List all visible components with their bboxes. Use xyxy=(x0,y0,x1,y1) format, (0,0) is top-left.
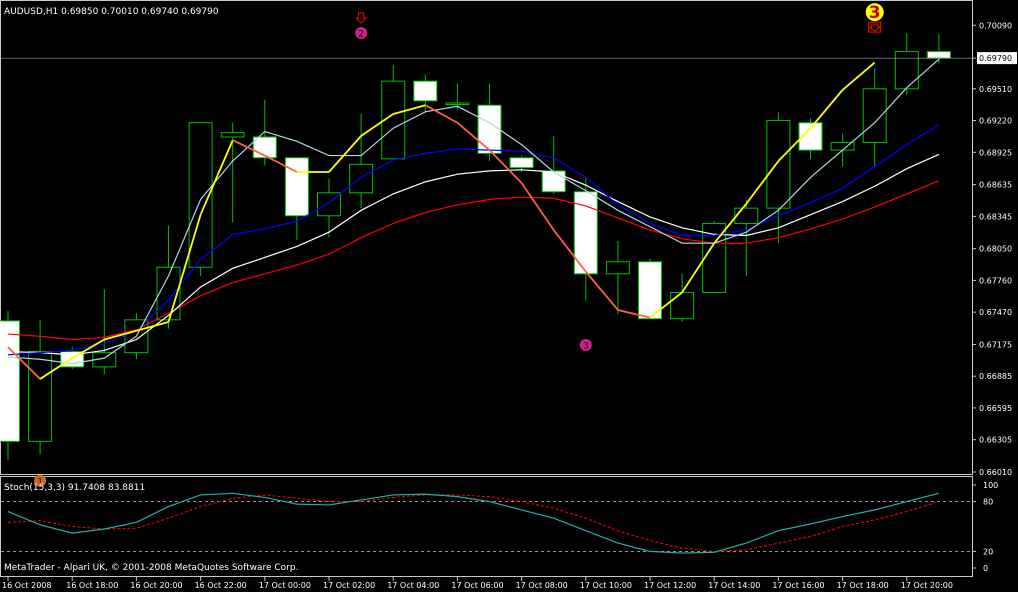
stoch-tick-label: 80 xyxy=(983,498,993,507)
signal-number: 3 xyxy=(583,341,589,351)
time-tick-label: 16 Oct 20:00 xyxy=(130,581,182,590)
candle-body xyxy=(220,132,245,138)
price-tick-label: 0.68345 xyxy=(979,212,1012,221)
time-tick-label: 17 Oct 16:00 xyxy=(772,581,824,590)
time-tick-label: 17 Oct 12:00 xyxy=(644,581,696,590)
price-tick-label: 0.69790 xyxy=(979,54,1012,63)
symbol-info: AUDUSD,H1 0.69850 0.70010 0.69740 0.6979… xyxy=(4,7,219,17)
price-axis[interactable]: 0.70090 0.69790 0.69510 0.69220 0.68925 0.686… xyxy=(972,21,1017,477)
candle-body xyxy=(0,320,20,442)
candle-body xyxy=(349,163,374,194)
candle-body xyxy=(734,207,759,224)
time-tick-label: 17 Oct 18:00 xyxy=(837,581,889,590)
time-tick-label: 17 Oct 10:00 xyxy=(580,581,632,590)
stoch-tick-label: 20 xyxy=(983,547,993,556)
candle-body xyxy=(670,291,695,320)
price-tick-label: 0.67470 xyxy=(979,308,1012,317)
time-tick-label: 17 Oct 08:00 xyxy=(516,581,568,590)
price-tick-label: 0.68635 xyxy=(979,181,1012,190)
candle-body xyxy=(862,88,887,143)
stoch-tick-label: 0 xyxy=(983,564,988,573)
time-tick-label: 17 Oct 14:00 xyxy=(708,581,760,590)
candle-body xyxy=(477,104,502,154)
candle-body xyxy=(894,51,919,90)
time-tick-label: 16 Oct 2008 xyxy=(2,581,51,590)
time-tick-label: 17 Oct 06:00 xyxy=(451,581,503,590)
price-tick-label: 0.66010 xyxy=(979,468,1012,477)
stoch-label: Stoch(15,3,3) 91.7408 83.8811 xyxy=(4,483,145,493)
price-tick-label: 0.67175 xyxy=(979,340,1012,349)
price-tick-label: 0.66595 xyxy=(979,404,1012,413)
price-tick-label: 0.69510 xyxy=(979,85,1012,94)
signal-number: 3 xyxy=(869,3,881,23)
candle-body xyxy=(413,80,438,102)
time-tick-label: 17 Oct 02:00 xyxy=(323,581,375,590)
price-tick-label: 0.70090 xyxy=(979,21,1012,30)
price-tick-label: 0.68925 xyxy=(979,148,1012,157)
candle xyxy=(638,258,662,320)
candle-body xyxy=(28,351,53,442)
candle-body xyxy=(541,170,566,193)
time-tick-label: 17 Oct 04:00 xyxy=(387,581,439,590)
candle-body xyxy=(766,120,791,209)
candle-body xyxy=(926,51,951,59)
stoch-tick-label: 100 xyxy=(983,481,998,490)
candle-body xyxy=(509,157,534,169)
candle-body xyxy=(445,102,470,106)
time-tick-label: 16 Oct 22:00 xyxy=(195,581,247,590)
copyright-text: MetaTrader - Alpari UK, © 2001-2008 Meta… xyxy=(4,563,298,573)
price-tick-label: 0.66305 xyxy=(979,436,1012,445)
candle xyxy=(0,311,20,460)
price-tick-label: 0.67760 xyxy=(979,276,1012,285)
candle-body xyxy=(284,157,309,217)
trading-chart: 1233 0.700900.697900.695100.692200.68925… xyxy=(0,0,1018,592)
candle-body xyxy=(605,261,630,275)
signal-number: 2 xyxy=(358,29,364,39)
time-tick-label: 17 Oct 00:00 xyxy=(259,581,311,590)
price-tick-label: 0.68050 xyxy=(979,245,1012,254)
price-tick-label: 0.69220 xyxy=(979,117,1012,126)
price-tick-label: 0.66885 xyxy=(979,372,1012,381)
time-tick-label: 17 Oct 20:00 xyxy=(901,581,953,590)
time-tick-label: 16 Oct 18:00 xyxy=(66,581,118,590)
